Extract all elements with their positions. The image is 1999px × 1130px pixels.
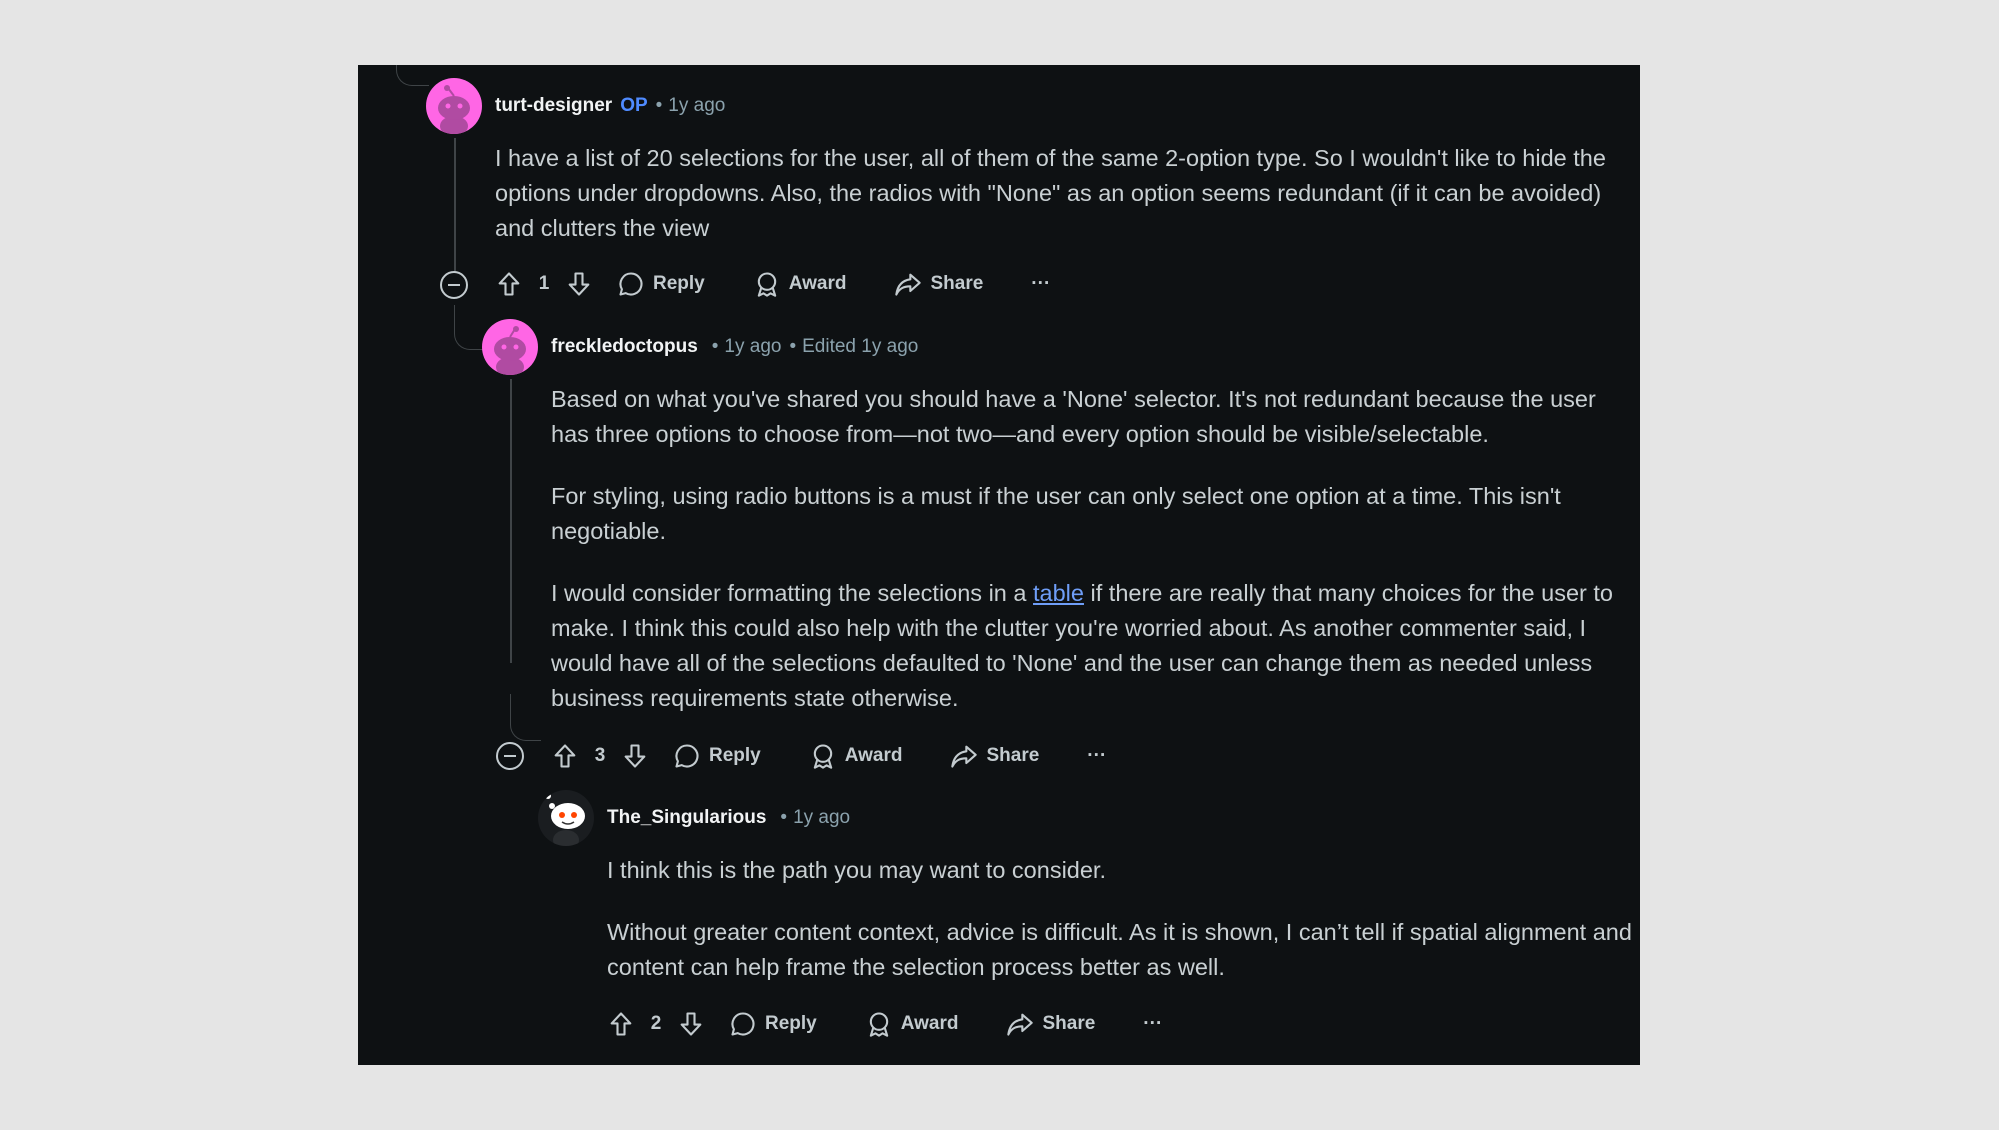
downvote-button[interactable] [565,270,593,298]
edited-label: Edited 1y ago [802,336,919,357]
comment-actions: 3 Reply Award Share ··· [551,738,1106,774]
award-icon [757,272,776,297]
author-name[interactable]: freckledoctopus [551,336,698,358]
upvote-icon [610,1012,632,1036]
upvote-icon [554,744,576,768]
minus-icon [504,755,516,757]
vote-count: 1 [538,273,550,294]
comment-paragraph: Based on what you've shared you should h… [551,386,1596,447]
comment-paragraph: I would consider formatting the selectio… [551,580,1613,711]
award-label: Award [788,273,847,294]
upvote-icon [498,272,520,296]
thread-connector [396,65,429,86]
comment-meta: freckledoctopus • 1y ago • Edited 1y ago [551,336,919,358]
vote-count: 3 [594,745,606,766]
share-icon [1007,1013,1034,1036]
share-button[interactable]: Share [950,742,1039,770]
downvote-button[interactable] [621,742,649,770]
reply-label: Reply [709,745,761,766]
share-label: Share [1042,1013,1096,1034]
comment-paragraph: Without greater content context, advice … [607,919,1632,980]
thread-connector [510,694,541,741]
comment-actions: 1 Reply Award Share ··· [495,266,1050,302]
more-options-button[interactable]: ··· [1143,1013,1162,1035]
award-label: Award [900,1013,959,1034]
comment-body: I think this is the path you may want to… [607,853,1632,985]
timestamp[interactable]: 1y ago [793,807,850,829]
timestamp[interactable]: 1y ago [724,336,781,358]
reply-button[interactable]: Reply [729,1010,817,1038]
more-options-button[interactable]: ··· [1087,745,1106,767]
share-button[interactable]: Share [894,270,983,298]
comment-body: I have a list of 20 selections for the u… [495,141,1625,246]
comment-actions: 2 Reply Award Share ··· [607,1006,1162,1042]
more-icon: ··· [1143,1013,1163,1034]
collapse-button[interactable] [496,742,524,770]
reply-button[interactable]: Reply [673,742,761,770]
timestamp[interactable]: 1y ago [668,95,725,117]
share-label: Share [986,745,1040,766]
award-icon [869,1012,888,1037]
share-icon [951,745,978,768]
share-icon [895,273,922,296]
reply-button[interactable]: Reply [617,270,705,298]
reply-label: Reply [653,273,705,294]
comment-meta: The_Singularious • 1y ago [607,807,851,829]
upvote-button[interactable] [607,1010,635,1038]
thread-connector [454,305,485,350]
thread-line[interactable] [510,379,512,663]
downvote-button[interactable] [677,1010,705,1038]
comment-paragraph: I think this is the path you may want to… [607,857,1106,883]
award-button[interactable]: Award [865,1010,959,1038]
share-label: Share [930,273,984,294]
avatar[interactable] [482,319,538,375]
downvote-icon [624,744,646,768]
award-button[interactable]: Award [753,270,847,298]
author-name[interactable]: The_Singularious [607,807,766,829]
table-link[interactable]: table [1033,580,1084,606]
more-options-button[interactable]: ··· [1031,273,1050,295]
more-icon: ··· [1087,745,1107,766]
snoo-white-avatar-icon [545,793,585,846]
more-icon: ··· [1031,273,1051,294]
comment-bubble-icon [731,1012,755,1036]
upvote-button[interactable] [495,270,523,298]
vote-count: 2 [650,1013,662,1034]
downvote-icon [568,272,590,296]
minus-icon [448,284,460,286]
author-name[interactable]: turt-designer [495,95,612,117]
comment-thread-panel: turt-designer OP • 1y ago I have a list … [358,65,1640,1065]
upvote-button[interactable] [551,742,579,770]
snoo-pink-avatar-icon [438,85,470,134]
award-button[interactable]: Award [809,742,903,770]
downvote-icon [680,1012,702,1036]
collapse-button[interactable] [440,271,468,299]
comment-bubble-icon [675,744,699,768]
award-icon [813,744,832,769]
thread-line[interactable] [454,138,456,274]
comment-paragraph: I have a list of 20 selections for the u… [495,145,1606,241]
op-badge: OP [620,95,648,116]
comment-paragraph: For styling, using radio buttons is a mu… [551,483,1561,544]
comment-body: Based on what you've shared you should h… [551,382,1631,716]
reply-label: Reply [765,1013,817,1034]
comment-bubble-icon [619,272,643,296]
comment-meta: turt-designer OP • 1y ago [495,95,726,117]
share-button[interactable]: Share [1006,1010,1095,1038]
avatar[interactable] [538,790,594,846]
snoo-pink-avatar-icon [494,326,526,375]
avatar[interactable] [426,78,482,134]
award-label: Award [844,745,903,766]
